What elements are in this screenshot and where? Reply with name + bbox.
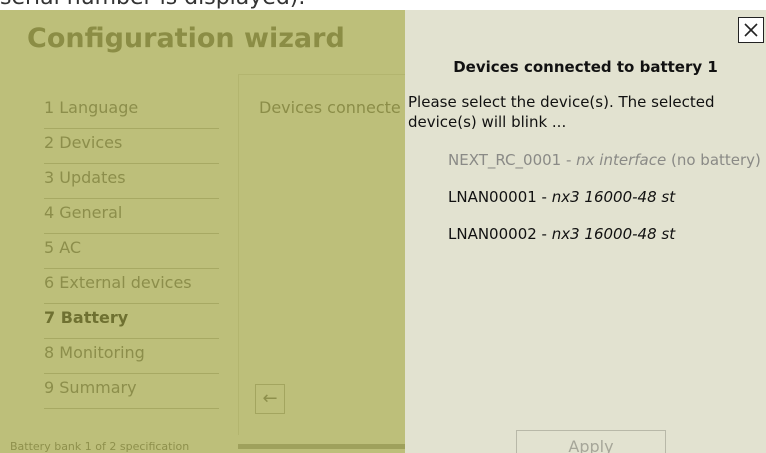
- device-item: NEXT_RC_0001 - nx interface (no battery): [448, 151, 766, 169]
- arrow-left-icon: ←: [262, 388, 278, 409]
- device-note: (no battery): [666, 151, 761, 169]
- device-id: LNAN00001: [448, 188, 537, 206]
- step-devices[interactable]: 2 Devices: [44, 129, 219, 164]
- device-id: NEXT_RC_0001: [448, 151, 562, 169]
- step-summary[interactable]: 9 Summary: [44, 374, 219, 409]
- step-ac[interactable]: 5 AC: [44, 234, 219, 269]
- device-id: LNAN00002: [448, 225, 537, 243]
- wizard-steps: 1 Language 2 Devices 3 Updates 4 General…: [44, 94, 219, 409]
- step-general[interactable]: 4 General: [44, 199, 219, 234]
- progress-bar: [238, 444, 405, 449]
- content-heading: Devices connecte: [259, 98, 401, 117]
- wizard-title: Configuration wizard: [27, 23, 345, 54]
- top-text-fragment: serial number is displayed).: [0, 0, 766, 10]
- device-separator: -: [561, 151, 577, 169]
- step-updates[interactable]: 3 Updates: [44, 164, 219, 199]
- dialog-instructions: Please select the device(s). The selecte…: [408, 93, 715, 131]
- close-icon: [744, 23, 758, 37]
- devices-dialog: Devices connected to battery 1 Please se…: [405, 10, 766, 453]
- device-model: nx interface: [576, 151, 667, 169]
- dialog-title: Devices connected to battery 1: [453, 58, 718, 76]
- battery-bank-footnote: Battery bank 1 of 2 specification: [10, 440, 190, 453]
- step-battery[interactable]: 7 Battery: [44, 304, 219, 339]
- content-pane: [238, 74, 405, 435]
- back-button[interactable]: ←: [255, 384, 285, 414]
- step-language[interactable]: 1 Language: [44, 94, 219, 129]
- top-text: serial number is displayed).: [0, 0, 305, 10]
- configuration-wizard: Configuration wizard 1 Language 2 Device…: [0, 10, 405, 453]
- step-external-devices[interactable]: 6 External devices: [44, 269, 219, 304]
- device-item[interactable]: LNAN00002 - nx3 16000-48 st: [448, 225, 675, 243]
- step-monitoring[interactable]: 8 Monitoring: [44, 339, 219, 374]
- device-separator: -: [536, 188, 552, 206]
- device-separator: -: [536, 225, 552, 243]
- close-button[interactable]: [738, 17, 764, 43]
- device-item[interactable]: LNAN00001 - nx3 16000-48 st: [448, 188, 675, 206]
- apply-button[interactable]: Apply: [516, 430, 666, 453]
- device-model: nx3 16000-48 st: [551, 188, 676, 206]
- device-model: nx3 16000-48 st: [551, 225, 676, 243]
